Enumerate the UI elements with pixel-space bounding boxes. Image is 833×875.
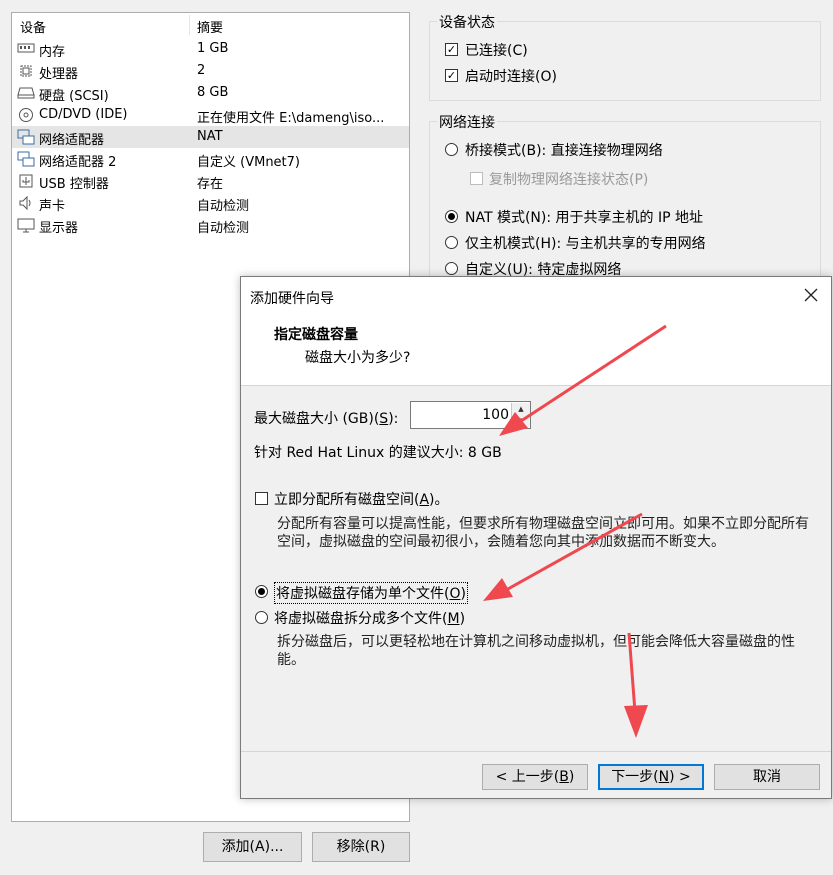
split-files-description: 拆分磁盘后，可以更轻松地在计算机之间移动虚拟机，但可能会降低大容量磁盘的性能。 (277, 634, 795, 668)
spin-up-icon[interactable]: ▲ (511, 403, 530, 415)
max-disk-size-label: 最大磁盘大小 (GB)(S): (254, 411, 399, 427)
network-connection-title: 网络连接 (437, 112, 497, 132)
hard-disk-icon (17, 85, 35, 101)
bridged-label[interactable]: 桥接模式(B): 直接连接物理网络 (465, 140, 663, 160)
allocate-all-checkbox[interactable] (255, 492, 268, 505)
allocate-all-description: 分配所有容量可以提高性能，但要求所有物理磁盘空间立即可用。如果不立即分配所有空间… (277, 516, 809, 550)
wizard-header: 指定磁盘容量 磁盘大小为多少? (241, 315, 831, 386)
column-header-device[interactable]: 设备 (20, 17, 46, 36)
device-status-title: 设备状态 (437, 12, 497, 32)
device-name: 硬盘 (SCSI) (39, 89, 109, 104)
device-list-header: 设备 摘要 (12, 13, 409, 37)
add-hardware-button[interactable]: 添加(A)... (203, 832, 302, 862)
max-disk-size-input[interactable] (413, 404, 509, 426)
device-summary: 存在 (197, 177, 224, 192)
sound-icon (17, 195, 35, 211)
memory-icon (17, 41, 35, 57)
device-summary: 自动检测 (197, 199, 250, 214)
device-name: 网络适配器 (39, 133, 105, 148)
split-files-label[interactable]: 将虚拟磁盘拆分成多个文件(M) (274, 608, 465, 628)
spin-down-icon[interactable]: ▼ (511, 415, 530, 427)
close-icon[interactable] (797, 283, 825, 309)
device-name: CD/DVD (IDE) (39, 107, 128, 122)
wizard-titlebar: 添加硬件向导 (241, 277, 831, 315)
device-row-cd-dvd[interactable]: CD/DVD (IDE) 正在使用文件 E:\dameng\iso... (12, 104, 409, 126)
device-summary: 1 GB (197, 41, 229, 56)
device-summary: NAT (197, 129, 223, 144)
connect-on-power-on-label[interactable]: 启动时连接(O) (465, 66, 557, 86)
replicate-state-checkbox[interactable] (470, 172, 483, 185)
add-hardware-wizard-dialog: 添加硬件向导 指定磁盘容量 磁盘大小为多少? 最大磁盘大小 (GB)(S): ▲… (240, 276, 832, 799)
split-files-radio[interactable] (255, 611, 268, 624)
cd-dvd-icon (17, 107, 35, 123)
cancel-button[interactable]: 取消 (714, 764, 820, 790)
custom-network-radio[interactable] (445, 262, 458, 275)
max-disk-size-spinner[interactable]: ▲ ▼ (410, 401, 531, 429)
connect-on-power-on-checkbox[interactable]: ✓ (445, 69, 458, 82)
device-name: 处理器 (39, 67, 79, 82)
single-file-radio[interactable] (255, 585, 268, 598)
device-name: 声卡 (39, 199, 66, 214)
wizard-subheading: 磁盘大小为多少? (305, 350, 411, 366)
back-button[interactable]: < 上一步(B) (482, 764, 588, 790)
wizard-heading: 指定磁盘容量 (274, 327, 358, 343)
device-name: 内存 (39, 45, 66, 60)
network-adapter-icon (17, 129, 35, 145)
device-row-processor[interactable]: 处理器 2 (12, 60, 409, 82)
processor-icon (17, 63, 35, 79)
device-summary: 2 (197, 63, 206, 78)
allocate-all-label[interactable]: 立即分配所有磁盘空间(A)。 (274, 489, 449, 509)
wizard-footer-divider (241, 751, 831, 752)
device-name: USB 控制器 (39, 177, 109, 192)
remove-hardware-button[interactable]: 移除(R) (312, 832, 410, 862)
device-row-hard-disk[interactable]: 硬盘 (SCSI) 8 GB (12, 82, 409, 104)
device-row-network-adapter[interactable]: 网络适配器 NAT (12, 126, 409, 148)
network-adapter-icon (17, 151, 35, 167)
single-file-label[interactable]: 将虚拟磁盘存储为单个文件(O) (274, 582, 468, 604)
device-name: 显示器 (39, 221, 79, 236)
usb-icon (17, 173, 35, 189)
connected-label[interactable]: 已连接(C) (465, 40, 528, 60)
recommended-size-text: 针对 Red Hat Linux 的建议大小: 8 GB (254, 445, 502, 461)
device-summary: 8 GB (197, 85, 229, 100)
column-header-summary[interactable]: 摘要 (197, 17, 223, 36)
next-button[interactable]: 下一步(N) > (598, 764, 704, 790)
device-name: 网络适配器 2 (39, 155, 117, 170)
device-row-usb-controller[interactable]: USB 控制器 存在 (12, 170, 409, 192)
nat-radio[interactable] (445, 210, 458, 223)
replicate-state-label[interactable]: 复制物理网络连接状态(P) (489, 169, 648, 189)
nat-label[interactable]: NAT 模式(N): 用于共享主机的 IP 地址 (465, 207, 703, 227)
device-row-network-adapter-2[interactable]: 网络适配器 2 自定义 (VMnet7) (12, 148, 409, 170)
device-status-group (429, 21, 821, 101)
wizard-title: 添加硬件向导 (250, 291, 334, 307)
host-only-radio[interactable] (445, 236, 458, 249)
device-row-display[interactable]: 显示器 自动检测 (12, 214, 409, 236)
connected-checkbox[interactable]: ✓ (445, 43, 458, 56)
device-summary: 正在使用文件 E:\dameng\iso... (197, 111, 385, 126)
host-only-label[interactable]: 仅主机模式(H): 与主机共享的专用网络 (465, 233, 706, 253)
display-icon (17, 217, 35, 233)
device-row-memory[interactable]: 内存 1 GB (12, 38, 409, 60)
bridged-radio[interactable] (445, 143, 458, 156)
device-summary: 自动检测 (197, 221, 250, 236)
device-summary: 自定义 (VMnet7) (197, 155, 300, 170)
device-row-sound-card[interactable]: 声卡 自动检测 (12, 192, 409, 214)
